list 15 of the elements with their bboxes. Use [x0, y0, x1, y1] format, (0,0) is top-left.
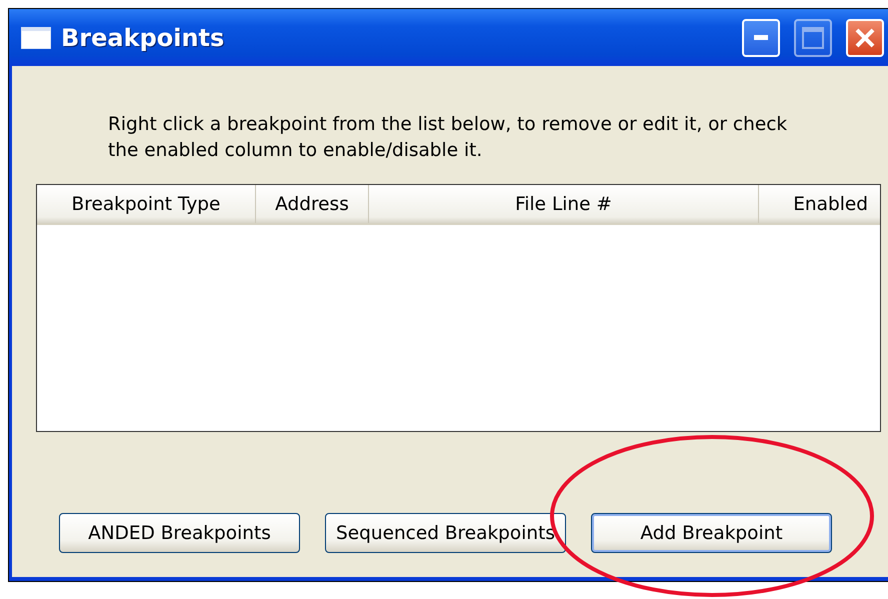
instructions-text: Right click a breakpoint from the list below, to remove or edit it, or check the enabled column to enable/disable it.: [108, 113, 788, 163]
maximize-icon: [802, 26, 824, 48]
dialog-button[interactable]: ANDED Breakpoints: [59, 513, 300, 553]
minimize-button[interactable]: [742, 18, 780, 56]
dialog-button[interactable]: Sequenced Breakpoints: [325, 513, 566, 553]
close-button[interactable]: [846, 18, 884, 56]
window-title: Breakpoints: [61, 24, 226, 52]
dialog-button[interactable]: Add Breakpoint: [591, 513, 832, 553]
column-header[interactable]: Breakpoint Type: [37, 185, 256, 223]
column-header[interactable]: Address: [256, 185, 369, 223]
column-header[interactable]: File Line #: [369, 185, 759, 223]
close-icon: [854, 26, 876, 48]
minimize-icon: [754, 34, 768, 40]
column-header[interactable]: Enabled: [759, 185, 880, 223]
window-icon: [21, 26, 51, 48]
